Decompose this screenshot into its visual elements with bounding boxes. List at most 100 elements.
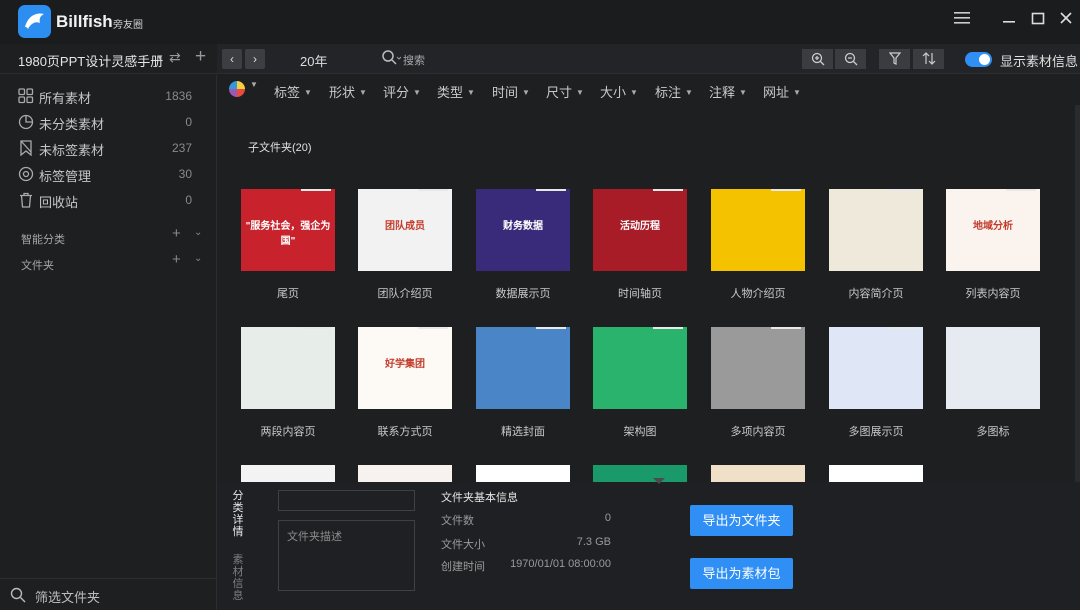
- filter-dropdown[interactable]: 注释 ▼: [709, 82, 747, 101]
- thumbnail-text: 财务数据: [503, 221, 543, 232]
- search-icon[interactable]: [381, 49, 402, 70]
- folder-thumbnail[interactable]: [358, 465, 452, 482]
- filter-label: 标签: [274, 85, 301, 100]
- forward-button[interactable]: ›: [245, 49, 265, 69]
- folder-description-field[interactable]: 文件夹描述: [278, 520, 415, 591]
- color-filter-icon[interactable]: [229, 81, 245, 97]
- filter-dropdown[interactable]: 尺寸 ▼: [546, 82, 584, 101]
- folders-heading: 文件夹: [21, 260, 54, 272]
- plus-icon[interactable]: +: [172, 251, 181, 268]
- zoom-out-button[interactable]: [835, 49, 866, 69]
- filter-dropdown[interactable]: 评分 ▼: [383, 82, 421, 101]
- toggle-knob: [979, 54, 990, 65]
- folder-filter-input[interactable]: 筛选文件夹: [35, 587, 100, 606]
- folder-thumbnail[interactable]: [476, 465, 570, 482]
- sidebar-item-count: 237: [171, 141, 192, 155]
- sidebar-item-untagged[interactable]: 未标签素材 237: [18, 135, 198, 161]
- folder-label: 数据展示页: [495, 288, 551, 300]
- smart-folders-heading: 智能分类: [21, 234, 65, 246]
- folder-thumbnail: [829, 189, 923, 271]
- filter-label: 时间: [492, 85, 519, 100]
- zoom-in-button[interactable]: [802, 49, 833, 69]
- sidebar-item-trash[interactable]: 回收站 0: [18, 187, 198, 213]
- sidebar-footer: 筛选文件夹: [0, 578, 217, 610]
- sidebar-item-all[interactable]: 所有素材 1836: [18, 83, 198, 109]
- filter-dropdown[interactable]: 类型 ▼: [437, 82, 475, 101]
- tab-category-details[interactable]: 分类详情: [231, 490, 245, 538]
- folder-label: 团队介绍页: [377, 288, 433, 300]
- chevron-down-icon: ▼: [739, 88, 747, 97]
- tag-off-icon: [20, 140, 32, 156]
- chevron-down-icon[interactable]: ▼: [250, 80, 258, 89]
- filter-label: 网址: [763, 85, 790, 100]
- chevron-down-icon[interactable]: ⌄: [194, 253, 202, 264]
- filter-bar: ▼ 标签 ▼ 形状 ▼ 评分 ▼ 类型 ▼ 时间 ▼ 尺寸 ▼ 大小 ▼ 标注 ▼ 注释 ▼ 网址 ▼: [217, 75, 1075, 105]
- chevron-down-icon: ▼: [685, 88, 693, 97]
- folder-thumbnail: [593, 327, 687, 409]
- sidebar-item-tag-management[interactable]: 标签管理 30: [18, 161, 198, 187]
- chevron-down-icon: ▼: [630, 88, 638, 97]
- tab-material-info[interactable]: 素材信息: [231, 554, 245, 602]
- thumbnail-text: 团队成员: [385, 221, 425, 232]
- sidebar-item-count: 30: [178, 167, 192, 181]
- top-toolbar: ‹ › 20年 搜索 显示素材信息: [217, 44, 1080, 74]
- filter-label: 评分: [383, 85, 410, 100]
- sidebar-item-uncategorized[interactable]: 未分类素材 0: [18, 109, 198, 135]
- thumbnail-text: 地域分析: [973, 221, 1013, 232]
- billfish-logo: [18, 5, 51, 38]
- show-info-toggle[interactable]: [965, 52, 992, 67]
- hamburger-icon[interactable]: [951, 10, 973, 32]
- minimize-icon[interactable]: [998, 10, 1020, 32]
- current-folder-title: 20年: [300, 54, 328, 69]
- subfolder-heading: 子文件夹(20): [248, 142, 312, 154]
- sidebar-item-label: 所有素材: [39, 91, 92, 106]
- chevron-down-icon[interactable]: ▼: [156, 53, 164, 62]
- info-value: 0: [604, 512, 611, 524]
- info-value: 1970/01/01 08:00:00: [510, 558, 611, 570]
- search-icon[interactable]: [10, 587, 26, 603]
- details-panel: 分类详情 素材信息 文件夹描述 文件夹基本信息 文件数 0 文件大小 7.3 G…: [217, 478, 1080, 610]
- sort-button[interactable]: [913, 49, 944, 69]
- scrollbar[interactable]: [1075, 105, 1080, 482]
- folder-label: 精选封面: [501, 426, 545, 438]
- close-icon[interactable]: [1055, 10, 1077, 32]
- maximize-icon[interactable]: [1027, 10, 1049, 32]
- chevron-down-icon[interactable]: ⌄: [194, 227, 202, 238]
- folder-thumbnail: 好学集团: [358, 327, 452, 409]
- export-pack-button[interactable]: 导出为素材包: [690, 558, 793, 589]
- library-header: 1980页PPT设计灵感手册 ▼ ⇄ +: [0, 44, 217, 74]
- export-folder-button[interactable]: 导出为文件夹: [690, 505, 793, 536]
- folder-thumbnail: [711, 327, 805, 409]
- filter-dropdown[interactable]: 网址 ▼: [763, 82, 801, 101]
- collapse-arrow-icon[interactable]: [653, 478, 665, 484]
- chevron-down-icon: ▼: [467, 88, 475, 97]
- show-info-label: 显示素材信息: [1000, 54, 1079, 69]
- folder-thumbnail[interactable]: [593, 465, 687, 482]
- filter-dropdown[interactable]: 标注 ▼: [655, 82, 693, 101]
- search-input[interactable]: 搜索: [403, 52, 425, 68]
- library-name[interactable]: 1980页PPT设计灵感手册: [18, 51, 163, 70]
- title-bar: Billfish 旁友圈: [0, 0, 1080, 44]
- folder-label: 两段内容页: [260, 426, 316, 438]
- folder-thumbnail[interactable]: [829, 465, 923, 482]
- tag-settings-icon: [18, 166, 34, 182]
- thumbnail-text: "服务社会，强企为国": [245, 221, 331, 247]
- filter-button[interactable]: [879, 49, 910, 69]
- folder-thumbnail[interactable]: [241, 465, 335, 482]
- thumbnail-text: 好学集团: [385, 359, 425, 370]
- filter-dropdown[interactable]: 大小 ▼: [600, 82, 638, 101]
- swap-icon[interactable]: ⇄: [169, 49, 181, 66]
- plus-icon[interactable]: +: [172, 225, 181, 242]
- filter-dropdown[interactable]: 形状 ▼: [329, 82, 367, 101]
- folder-label: 架构图: [623, 426, 657, 438]
- folder-thumbnail[interactable]: [711, 465, 805, 482]
- folder-name-field[interactable]: [278, 490, 415, 511]
- folder-label: 联系方式页: [377, 426, 433, 438]
- back-button[interactable]: ‹: [222, 49, 242, 69]
- folder-label: 时间轴页: [618, 288, 662, 300]
- plus-icon[interactable]: +: [195, 46, 206, 68]
- info-key: 创建时间: [441, 561, 485, 573]
- sidebar-item-label: 未标签素材: [39, 143, 105, 158]
- filter-dropdown[interactable]: 时间 ▼: [492, 82, 530, 101]
- filter-dropdown[interactable]: 标签 ▼: [274, 82, 312, 101]
